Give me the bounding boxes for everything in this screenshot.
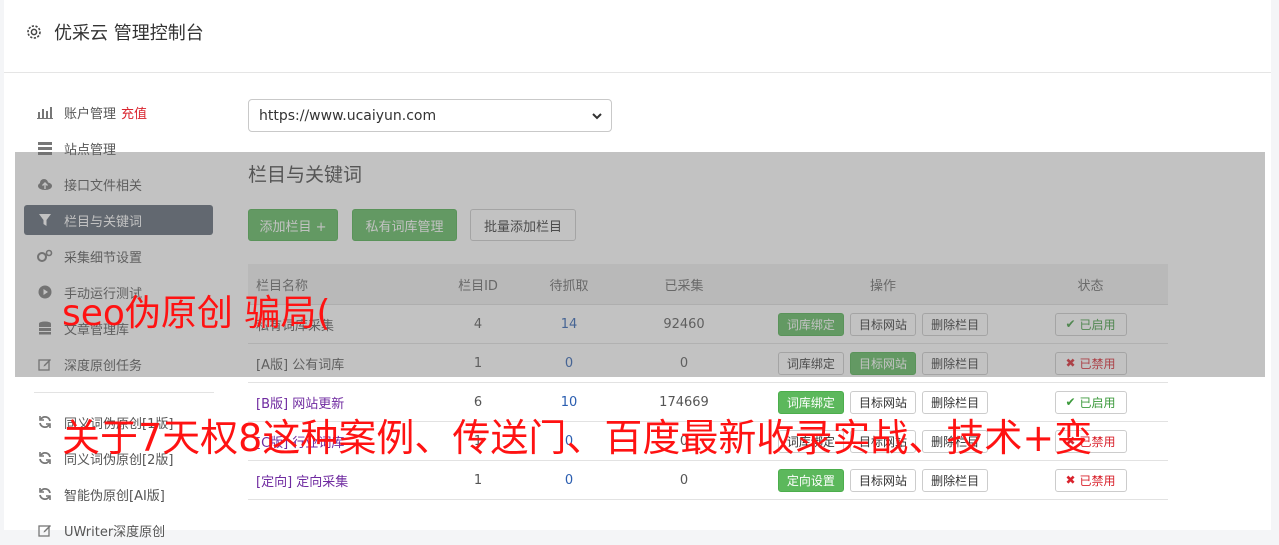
bar-chart-icon	[36, 104, 54, 120]
sidebar-divider	[34, 392, 214, 393]
lexicon-bind-button[interactable]: 词库绑定	[777, 312, 844, 336]
collected-count: 92460	[615, 304, 753, 344]
edit-icon	[36, 522, 54, 538]
chevron-down-icon	[592, 113, 602, 120]
table-header-row: 栏目名称 栏目ID 待抓取 已采集 操作 状态	[248, 264, 1168, 305]
status-toggle[interactable]: ✖ 已禁用	[1054, 468, 1127, 492]
add-column-button[interactable]: 添加栏目 +	[248, 209, 338, 241]
delete-column-button[interactable]: 删除栏目	[922, 390, 989, 414]
column-name-link[interactable]: 公有词库	[292, 358, 344, 373]
target-site-button[interactable]: 目标网站	[849, 351, 916, 375]
column-id: 1	[433, 343, 523, 383]
sidebar-item-label: 站点管理	[64, 142, 117, 158]
sidebar-item-label: 智能伪原创[AI版]	[64, 488, 165, 504]
lexicon-bind-button[interactable]: 词库绑定	[777, 351, 844, 375]
sidebar-item-ai-original[interactable]: 智能伪原创[AI版]	[24, 479, 213, 509]
delete-column-button[interactable]: 删除栏目	[922, 351, 989, 375]
target-site-button[interactable]: 目标网站	[849, 390, 916, 414]
private-lexicon-button[interactable]: 私有词库管理	[352, 209, 457, 241]
site-select-value: https://www.ucaiyun.com	[259, 107, 437, 124]
sidebar-item-label: 接口文件相关	[64, 178, 143, 194]
delete-column-button[interactable]: 删除栏目	[922, 312, 989, 336]
batch-add-column-button[interactable]: 批量添加栏目	[470, 209, 576, 241]
check-icon: ✔	[1065, 317, 1076, 331]
column-name-link[interactable]: 定向采集	[296, 475, 348, 490]
table-row: [A版] 公有词库 1 0 0 词库绑定 目标网站 删除栏目 ✖ 已禁用	[248, 343, 1168, 383]
status-toggle[interactable]: ✔ 已启用	[1054, 390, 1127, 414]
watermark-title-line1: seo伪原创 骗局(	[62, 293, 331, 334]
edit-icon	[36, 356, 54, 372]
directed-settings-button[interactable]: 定向设置	[777, 468, 844, 492]
target-site-button[interactable]: 目标网站	[849, 468, 916, 492]
pending-count-link[interactable]: 0	[565, 356, 573, 371]
table-row: [定向] 定向采集 1 0 0 定向设置 目标网站 删除栏目 ✖ 已禁用	[248, 460, 1168, 500]
section-title: 栏目与关键词	[248, 164, 363, 186]
recharge-link[interactable]: 充值	[121, 103, 147, 122]
refresh-icon	[36, 486, 54, 502]
cogs-icon	[36, 248, 54, 264]
status-toggle[interactable]: ✖ 已禁用	[1054, 351, 1127, 375]
columns-table: 栏目名称 栏目ID 待抓取 已采集 操作 状态 私有词库采集 4 14 9246…	[248, 264, 1168, 500]
pending-count-link[interactable]: 10	[561, 395, 578, 410]
sidebar-item-label: 栏目与关键词	[64, 214, 143, 230]
play-circle-icon	[36, 284, 54, 300]
target-site-button[interactable]: 目标网站	[849, 312, 916, 336]
column-id: 1	[433, 460, 523, 500]
refresh-icon	[36, 414, 54, 430]
sidebar-item-label: 深度原创任务	[64, 358, 143, 374]
sidebar-item-collect-settings[interactable]: 采集细节设置	[24, 241, 213, 271]
lexicon-bind-button[interactable]: 词库绑定	[777, 390, 844, 414]
edition-tag: [B版]	[256, 396, 289, 412]
collected-count: 0	[615, 343, 753, 383]
close-icon: ✖	[1065, 356, 1076, 370]
column-name-link[interactable]: 网站更新	[292, 397, 344, 412]
col-header-pending: 待抓取	[523, 264, 615, 305]
server-icon	[36, 140, 54, 156]
top-header: 优采云 管理控制台	[4, 0, 1271, 73]
gear-icon	[27, 25, 41, 39]
app-title: 优采云 管理控制台	[54, 23, 204, 44]
sidebar-item-interface[interactable]: 接口文件相关	[24, 169, 213, 199]
sidebar-item-deep-original[interactable]: 深度原创任务	[24, 349, 213, 379]
refresh-icon	[36, 450, 54, 466]
site-select[interactable]: https://www.ucaiyun.com	[248, 99, 612, 132]
col-header-collected: 已采集	[615, 264, 753, 305]
sidebar-item-columns[interactable]: 栏目与关键词	[24, 205, 213, 235]
check-icon: ✔	[1065, 395, 1076, 409]
edition-tag: [定向]	[256, 474, 293, 490]
status-toggle[interactable]: ✔ 已启用	[1054, 312, 1127, 336]
col-header-ops: 操作	[753, 264, 1013, 305]
col-header-id: 栏目ID	[433, 264, 523, 305]
col-header-status: 状态	[1013, 264, 1168, 305]
sidebar-item-account[interactable]: 账户管理 充值	[24, 97, 213, 127]
delete-column-button[interactable]: 删除栏目	[922, 468, 989, 492]
pending-count-link[interactable]: 14	[561, 317, 578, 332]
sidebar-item-label: 采集细节设置	[64, 250, 143, 266]
database-icon	[36, 320, 54, 336]
filter-icon	[36, 212, 54, 228]
sidebar-item-uwriter[interactable]: UWriter深度原创	[24, 515, 213, 545]
sidebar-item-sites[interactable]: 站点管理	[24, 133, 213, 163]
close-icon: ✖	[1065, 473, 1076, 487]
watermark-title-line2: 关于7天权8这种案例、传送门、百度最新收录实战、技术+变	[62, 416, 1093, 460]
pending-count-link[interactable]: 0	[565, 473, 573, 488]
table-row: 私有词库采集 4 14 92460 词库绑定 目标网站 删除栏目 ✔ 已启用	[248, 304, 1168, 344]
sidebar-item-label: 账户管理	[64, 106, 117, 122]
column-id: 4	[433, 304, 523, 344]
cloud-upload-icon	[36, 176, 54, 192]
sidebar-item-label: UWriter深度原创	[64, 524, 166, 540]
edition-tag: [A版]	[256, 357, 289, 373]
collected-count: 0	[615, 460, 753, 500]
